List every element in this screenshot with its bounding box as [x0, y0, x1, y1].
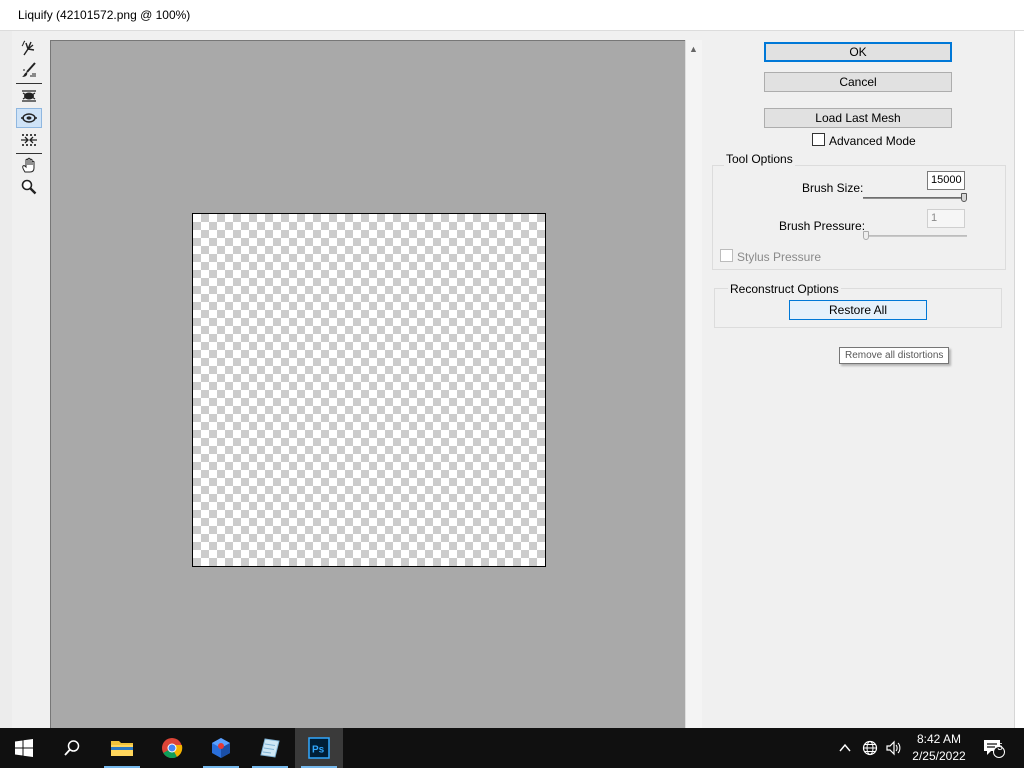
start-button[interactable] — [0, 728, 48, 768]
push-left-tool[interactable] — [16, 130, 42, 150]
taskbar-chrome[interactable] — [148, 728, 196, 768]
toolbar-separator — [16, 153, 42, 154]
stylus-pressure-label: Stylus Pressure — [737, 250, 822, 264]
restore-all-tooltip: Remove all distortions — [839, 347, 950, 364]
network-tray[interactable] — [862, 728, 880, 768]
brush-size-slider[interactable] — [863, 197, 967, 199]
pucker-icon — [22, 90, 36, 102]
system-clock[interactable]: 8:42 AM 2/25/2022 — [904, 731, 974, 765]
chrome-icon — [162, 738, 183, 759]
window-title: Liquify (42101572.png @ 100%) — [18, 8, 191, 22]
brush-size-field[interactable]: 15000 — [927, 171, 965, 190]
reconstruct-brush-icon — [22, 62, 36, 77]
scroll-up-arrow-icon[interactable]: ▲ — [689, 44, 698, 54]
cancel-button[interactable]: Cancel — [764, 72, 952, 92]
liquify-toolbar — [14, 36, 44, 206]
brush-pressure-slider[interactable] — [863, 235, 967, 237]
notes-app-icon — [260, 738, 280, 758]
taskbar-photoshop[interactable]: Ps — [295, 728, 343, 768]
brush-pressure-label: Brush Pressure: — [779, 219, 866, 233]
brush-pressure-slider-thumb[interactable] — [863, 231, 869, 240]
restore-all-button[interactable]: Restore All — [789, 300, 927, 320]
clock-time: 8:42 AM — [916, 732, 962, 746]
hand-icon — [22, 157, 35, 173]
search-button[interactable] — [48, 728, 96, 768]
transparent-image-preview[interactable] — [192, 213, 546, 567]
stylus-pressure-checkbox[interactable] — [720, 249, 733, 262]
brush-pressure-field[interactable]: 1 — [927, 209, 965, 228]
preview-canvas[interactable] — [50, 40, 685, 728]
ok-button[interactable]: OK — [764, 42, 952, 62]
taskbar-file-explorer[interactable] — [98, 728, 146, 768]
brush-size-label: Brush Size: — [802, 181, 864, 195]
search-icon — [64, 740, 80, 756]
photoshop-icon: Ps — [308, 737, 330, 759]
bloat-tool[interactable] — [16, 108, 42, 128]
pucker-tool[interactable] — [16, 86, 42, 106]
svg-text:Ps: Ps — [312, 745, 325, 756]
taskbar-3d-app[interactable] — [197, 728, 245, 768]
load-last-mesh-button[interactable]: Load Last Mesh — [764, 108, 952, 128]
action-center-button[interactable]: 5 — [982, 728, 1008, 768]
advanced-mode-checkbox[interactable] — [812, 133, 825, 146]
chevron-up-icon — [839, 743, 851, 752]
folder-icon — [111, 741, 133, 756]
brush-size-slider-thumb[interactable] — [961, 193, 967, 202]
bloat-icon — [21, 113, 37, 123]
tool-options-title: Tool Options — [724, 152, 795, 166]
clock-date: 2/25/2022 — [912, 749, 966, 763]
reconstruct-tool[interactable] — [16, 60, 42, 80]
hand-tool[interactable] — [16, 155, 42, 175]
speaker-icon — [886, 740, 901, 756]
forward-warp-tool[interactable] — [16, 38, 42, 58]
windows-logo-icon — [15, 739, 33, 757]
title-bar: Liquify (42101572.png @ 100%) — [0, 0, 1024, 31]
windows-taskbar: Ps 8:42 AM 2/25/2022 5 — [0, 728, 1024, 768]
left-edge — [0, 31, 12, 728]
toolbar-separator — [16, 83, 42, 84]
globe-icon — [862, 740, 878, 756]
warp-hand-icon — [21, 40, 35, 56]
vertical-scrollbar[interactable]: ▲ — [685, 40, 702, 728]
show-hidden-icons[interactable] — [838, 728, 854, 768]
taskbar-notes-app[interactable] — [246, 728, 294, 768]
reconstruct-options-title: Reconstruct Options — [728, 282, 841, 296]
notification-count-badge: 5 — [997, 742, 1003, 753]
push-left-icon — [21, 134, 37, 146]
zoom-tool[interactable] — [16, 177, 42, 197]
cube-app-icon — [212, 738, 230, 758]
right-edge — [1014, 31, 1024, 728]
volume-tray[interactable] — [885, 728, 903, 768]
liquify-window: Liquify (42101572.png @ 100%) ▲ OK Cance… — [0, 0, 1024, 728]
magnifier-icon — [21, 179, 37, 195]
advanced-mode-label: Advanced Mode — [829, 134, 916, 148]
